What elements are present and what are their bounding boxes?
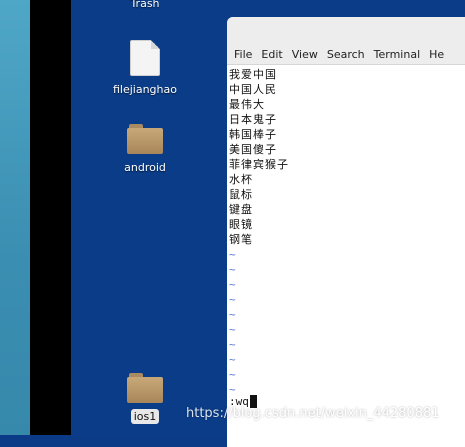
desktop-icon-label: Trash [130,0,160,10]
empty-line-marker: ~ [229,248,236,261]
desktop-icon-ios1[interactable]: ios1 [100,373,190,424]
text-line: 韩国棒子 [229,128,277,141]
empty-line-marker: ~ [229,308,236,321]
empty-line-marker: ~ [229,383,236,396]
desktop-icon-trash[interactable]: Trash [100,0,190,11]
text-line: 最伟大 [229,98,265,111]
text-line: 日本鬼子 [229,113,277,126]
empty-line-marker: ~ [229,293,236,306]
folder-icon [127,373,163,403]
empty-line-marker: ~ [229,368,236,381]
text-line: 眼镜 [229,218,253,231]
text-line: 美国傻子 [229,143,277,156]
menu-help[interactable]: He [429,48,444,61]
folder-icon [127,124,163,154]
empty-line-marker: ~ [229,323,236,336]
desktop-icon-label: android [124,161,166,174]
menu-edit[interactable]: Edit [261,48,282,61]
text-line: 钢笔 [229,233,253,246]
terminal-content[interactable]: 我爱中国 中国人民 最伟大 日本鬼子 韩国棒子 美国傻子 菲律宾猴子 水杯 鼠标… [227,65,465,397]
text-line: 鼠标 [229,188,253,201]
menu-search[interactable]: Search [327,48,365,61]
menu-terminal[interactable]: Terminal [374,48,421,61]
terminal-window[interactable]: File Edit View Search Terminal He 我爱中国 中… [227,17,465,447]
empty-line-marker: ~ [229,353,236,366]
panel-divider [30,0,71,435]
terminal-titlebar[interactable] [227,17,465,44]
desktop-icon-filejianghao[interactable]: filejianghao [100,40,190,97]
watermark: https://blog.csdn.net/weixin_44280881 [186,406,440,421]
text-line: 水杯 [229,173,253,186]
desktop-icon-label: filejianghao [112,83,177,96]
empty-line-marker: ~ [229,263,236,276]
terminal-menubar: File Edit View Search Terminal He [227,44,465,65]
text-line: 键盘 [229,203,253,216]
empty-line-marker: ~ [229,338,236,351]
background-strip [0,0,30,435]
desktop-icon-android[interactable]: android [100,124,190,175]
menu-file[interactable]: File [234,48,252,61]
desktop-icon-label: ios1 [130,409,160,424]
menu-view[interactable]: View [292,48,318,61]
file-icon [130,40,160,76]
text-line: 我爱中国 [229,68,277,81]
text-line: 菲律宾猴子 [229,158,289,171]
text-line: 中国人民 [229,83,277,96]
empty-line-marker: ~ [229,278,236,291]
